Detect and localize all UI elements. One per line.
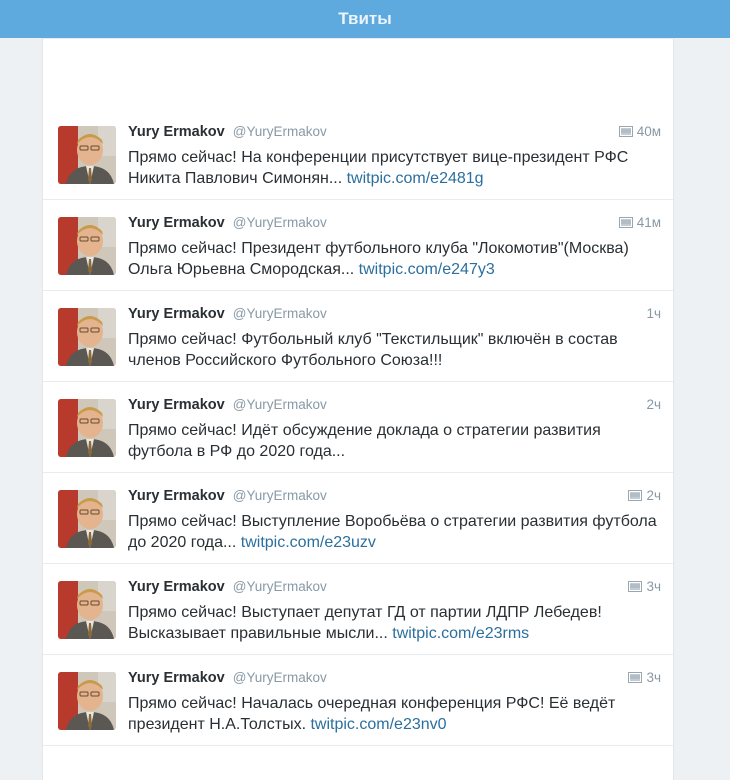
author-handle[interactable]: @YuryErmakov xyxy=(233,306,327,321)
tweet-link[interactable]: twitpic.com/e23uzv xyxy=(241,534,376,551)
author-name[interactable]: Yury Ermakov xyxy=(128,124,225,140)
photo-icon xyxy=(628,672,643,683)
author-handle[interactable]: @YuryErmakov xyxy=(233,215,327,230)
photo-icon xyxy=(618,126,633,137)
tweet-header: Yury Ermakov @YuryErmakov 3ч xyxy=(128,579,661,599)
tweet-header: Yury Ermakov @YuryErmakov 41м xyxy=(128,215,661,235)
tweet-text: Прямо сейчас! Футбольный клуб "Текстильщ… xyxy=(128,331,618,369)
tweet-timestamp[interactable]: 1ч xyxy=(646,306,661,321)
author-name[interactable]: Yury Ermakov xyxy=(128,306,225,322)
tweet-item[interactable]: Yury Ermakov @YuryErmakov 2ч Прямо сейча… xyxy=(43,383,673,473)
tweet-link[interactable]: twitpic.com/e23rms xyxy=(392,625,529,642)
tweet-item[interactable]: Yury Ermakov @YuryErmakov 3ч Прямо сейча… xyxy=(43,656,673,746)
tweet-timestamp[interactable]: 41м xyxy=(637,215,661,230)
top-bar: Твиты xyxy=(0,0,730,38)
author-name[interactable]: Yury Ermakov xyxy=(128,579,225,595)
avatar[interactable] xyxy=(58,490,116,548)
tweet-header: Yury Ermakov @YuryErmakov 2ч xyxy=(128,397,661,417)
tweet-timestamp[interactable]: 2ч xyxy=(646,488,661,503)
tweet-text: Прямо сейчас! Выступление Воробьёва о ст… xyxy=(128,513,657,551)
tweet-item[interactable]: Yury Ermakov @YuryErmakov 1ч Прямо сейча… xyxy=(43,292,673,382)
photo-icon xyxy=(628,581,643,592)
tweet-meta: 41м xyxy=(618,215,661,230)
tweet-text-block: Прямо сейчас! Президент футбольного клуб… xyxy=(128,238,661,280)
tweet-timestamp[interactable]: 3ч xyxy=(646,670,661,685)
avatar[interactable] xyxy=(58,399,116,457)
photo-icon xyxy=(628,490,643,501)
tweet-header: Yury Ermakov @YuryErmakov 2ч xyxy=(128,488,661,508)
author-handle[interactable]: @YuryErmakov xyxy=(233,397,327,412)
tweet-text-block: Прямо сейчас! Выступает депутат ГД от па… xyxy=(128,602,661,644)
author-name[interactable]: Yury Ermakov xyxy=(128,670,225,686)
tweet-item[interactable]: Yury Ermakov @YuryErmakov 41м Прямо сейч… xyxy=(43,201,673,291)
tweet-header: Yury Ermakov @YuryErmakov 40м xyxy=(128,124,661,144)
tweet-timeline[interactable]: Yury Ermakov @YuryErmakov 35м Прямо сейч… xyxy=(42,20,674,780)
author-handle[interactable]: @YuryErmakov xyxy=(233,670,327,685)
tweet-text: Прямо сейчас! Идёт обсуждение доклада о … xyxy=(128,422,601,460)
tweet-header: Yury Ermakov @YuryErmakov 3ч xyxy=(128,670,661,690)
tweet-text-block: Прямо сейчас! Идёт обсуждение доклада о … xyxy=(128,420,661,462)
tweet-text-block: Прямо сейчас! Футбольный клуб "Текстильщ… xyxy=(128,329,661,371)
photo-icon xyxy=(618,217,633,228)
tweet-meta: 3ч xyxy=(628,670,661,685)
avatar[interactable] xyxy=(58,308,116,366)
avatar[interactable] xyxy=(58,217,116,275)
tweet-text-block: Прямо сейчас! Выступление Воробьёва о ст… xyxy=(128,511,661,553)
author-name[interactable]: Yury Ermakov xyxy=(128,397,225,413)
tweet-item[interactable]: Yury Ermakov @YuryErmakov 40м Прямо сейч… xyxy=(43,110,673,200)
tweet-link[interactable]: twitpic.com/e2481g xyxy=(347,170,484,187)
tweet-meta: 2ч xyxy=(628,488,661,503)
author-handle[interactable]: @YuryErmakov xyxy=(233,488,327,503)
tweet-meta: 3ч xyxy=(628,579,661,594)
tweet-item[interactable]: Yury Ermakov @YuryErmakov 2ч Прямо сейча… xyxy=(43,474,673,564)
tweet-link[interactable]: twitpic.com/e23nv0 xyxy=(310,716,446,733)
tweet-text: Прямо сейчас! Выступает депутат ГД от па… xyxy=(128,604,602,642)
tweet-text-block: Прямо сейчас! Началась очередная конфере… xyxy=(128,693,661,735)
tweet-meta: 1ч xyxy=(646,306,661,321)
tweet-timestamp[interactable]: 40м xyxy=(637,124,661,139)
author-name[interactable]: Yury Ermakov xyxy=(128,488,225,504)
author-name[interactable]: Yury Ermakov xyxy=(128,215,225,231)
tweet-text-block: Прямо сейчас! На конференции присутствуе… xyxy=(128,147,661,189)
tweet-link[interactable]: twitpic.com/e247y3 xyxy=(359,261,495,278)
tweet-timestamp[interactable]: 2ч xyxy=(646,397,661,412)
tweet-meta: 40м xyxy=(618,124,661,139)
avatar[interactable] xyxy=(58,126,116,184)
author-handle[interactable]: @YuryErmakov xyxy=(233,124,327,139)
tweet-item[interactable]: Yury Ermakov @YuryErmakov 3ч Прямо сейча… xyxy=(43,565,673,655)
tweet-header: Yury Ermakov @YuryErmakov 1ч xyxy=(128,306,661,326)
avatar[interactable] xyxy=(58,672,116,730)
tweet-meta: 2ч xyxy=(646,397,661,412)
author-handle[interactable]: @YuryErmakov xyxy=(233,579,327,594)
tweet-timestamp[interactable]: 3ч xyxy=(646,579,661,594)
page-title: Твиты xyxy=(338,9,392,28)
avatar[interactable] xyxy=(58,581,116,639)
